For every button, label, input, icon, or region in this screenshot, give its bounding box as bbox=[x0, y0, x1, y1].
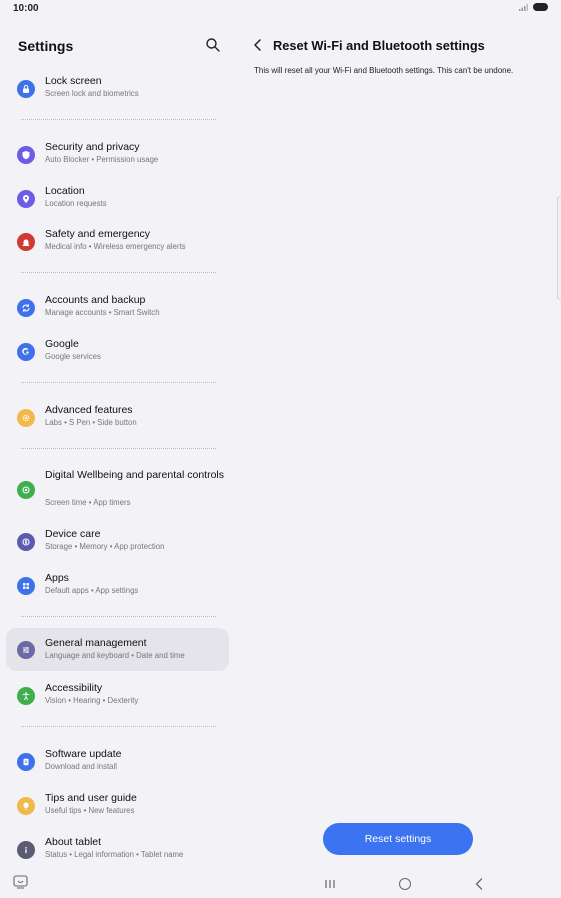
divider bbox=[21, 119, 216, 120]
item-subtitle: Medical info • Wireless emergency alerts bbox=[45, 242, 186, 251]
settings-item-accessibility[interactable]: Accessibility Vision • Hearing • Dexteri… bbox=[6, 674, 229, 717]
gear-plus-icon bbox=[17, 408, 35, 427]
software-update-icon bbox=[17, 752, 35, 771]
accessibility-icon bbox=[17, 686, 35, 705]
recent-apps-icon[interactable] bbox=[324, 879, 336, 889]
detail-description: This will reset all your Wi-Fi and Bluet… bbox=[254, 66, 514, 75]
settings-item-google[interactable]: Google Google services bbox=[6, 330, 229, 373]
divider bbox=[21, 382, 216, 383]
item-title: Software update bbox=[45, 748, 122, 760]
item-title: Advanced features bbox=[45, 404, 133, 416]
settings-item-accounts-backup[interactable]: Accounts and backup Manage accounts • Sm… bbox=[6, 286, 229, 329]
settings-item-safety-emergency[interactable]: Safety and emergency Medical info • Wire… bbox=[6, 220, 229, 263]
lock-icon bbox=[17, 79, 35, 98]
item-title: General management bbox=[45, 637, 147, 649]
item-subtitle: Status • Legal information • Tablet name bbox=[45, 850, 184, 859]
battery-icon bbox=[533, 3, 548, 11]
signal-icon bbox=[519, 4, 528, 11]
item-subtitle: Screen lock and biometrics bbox=[45, 89, 139, 98]
edge-panel-handle[interactable] bbox=[557, 196, 561, 300]
item-title: Device care bbox=[45, 528, 101, 540]
status-time: 10:00 bbox=[13, 3, 39, 14]
shield-icon bbox=[17, 145, 35, 164]
item-title: Tips and user guide bbox=[45, 792, 137, 804]
item-title: Digital Wellbeing and parental controls bbox=[45, 469, 224, 481]
settings-item-apps[interactable]: Apps Default apps • App settings bbox=[6, 564, 229, 607]
settings-item-location[interactable]: Location Location requests bbox=[6, 177, 229, 220]
item-subtitle: Vision • Hearing • Dexterity bbox=[45, 696, 139, 705]
item-subtitle: Default apps • App settings bbox=[45, 586, 139, 595]
wellbeing-icon bbox=[17, 481, 35, 499]
back-arrow-icon[interactable] bbox=[251, 38, 265, 52]
divider bbox=[21, 448, 216, 449]
google-g-icon bbox=[17, 342, 35, 361]
item-title: Accounts and backup bbox=[45, 294, 146, 306]
detail-pane: Reset Wi-Fi and Bluetooth settings This … bbox=[240, 18, 561, 863]
settings-item-general-management[interactable]: General management Language and keyboard… bbox=[6, 628, 229, 671]
settings-item-advanced-features[interactable]: Advanced features Labs • S Pen • Side bu… bbox=[6, 396, 229, 439]
item-subtitle: Location requests bbox=[45, 199, 107, 208]
divider bbox=[21, 726, 216, 727]
apps-grid-icon bbox=[17, 576, 35, 595]
settings-item-device-care[interactable]: Device care Storage • Memory • App prote… bbox=[6, 520, 229, 563]
settings-item-digital-wellbeing[interactable]: Digital Wellbeing and parental controls … bbox=[6, 462, 229, 518]
item-subtitle: Download and install bbox=[45, 762, 117, 771]
item-title: Apps bbox=[45, 572, 69, 584]
item-title: About tablet bbox=[45, 836, 102, 848]
item-title: Safety and emergency bbox=[45, 228, 151, 240]
settings-list-pane: Settings Lock screen Screen lock and bio… bbox=[0, 18, 240, 863]
item-title: Lock screen bbox=[45, 75, 102, 87]
sync-icon bbox=[17, 298, 35, 317]
settings-item-tips-user-guide[interactable]: Tips and user guide Useful tips • New fe… bbox=[6, 784, 229, 827]
navigation-bar bbox=[0, 863, 561, 898]
page-title: Settings bbox=[18, 38, 74, 54]
siren-icon bbox=[17, 232, 35, 251]
item-title: Google bbox=[45, 338, 79, 350]
settings-item-software-update[interactable]: Software update Download and install bbox=[6, 740, 229, 783]
device-care-icon bbox=[17, 532, 35, 551]
item-title: Security and privacy bbox=[45, 141, 140, 153]
lightbulb-icon bbox=[17, 796, 35, 815]
item-subtitle: Screen time • App timers bbox=[45, 498, 131, 507]
status-icons bbox=[519, 3, 548, 11]
item-title: Location bbox=[45, 185, 85, 197]
detail-title: Reset Wi-Fi and Bluetooth settings bbox=[273, 38, 485, 53]
item-subtitle: Language and keyboard • Date and time bbox=[45, 651, 185, 660]
divider bbox=[21, 272, 216, 273]
item-subtitle: Google services bbox=[45, 352, 101, 361]
status-bar: 10:00 bbox=[0, 0, 561, 18]
item-subtitle: Labs • S Pen • Side button bbox=[45, 418, 137, 427]
item-subtitle: Useful tips • New features bbox=[45, 806, 135, 815]
location-pin-icon bbox=[17, 189, 35, 208]
item-subtitle: Storage • Memory • App protection bbox=[45, 542, 165, 551]
item-subtitle: Manage accounts • Smart Switch bbox=[45, 308, 160, 317]
item-title: Accessibility bbox=[45, 682, 103, 694]
home-icon[interactable] bbox=[399, 878, 411, 890]
divider bbox=[21, 616, 216, 617]
info-icon bbox=[17, 840, 35, 859]
item-subtitle: Auto Blocker • Permission usage bbox=[45, 155, 159, 164]
settings-item-lock-screen[interactable]: Lock screen Screen lock and biometrics bbox=[6, 67, 229, 110]
search-icon[interactable] bbox=[205, 37, 221, 53]
sliders-icon bbox=[17, 640, 35, 659]
settings-item-security-privacy[interactable]: Security and privacy Auto Blocker • Perm… bbox=[6, 133, 229, 176]
nav-back-icon[interactable] bbox=[474, 878, 484, 890]
reset-settings-button[interactable]: Reset settings bbox=[323, 823, 473, 855]
keyboard-switch-icon[interactable] bbox=[13, 875, 29, 889]
